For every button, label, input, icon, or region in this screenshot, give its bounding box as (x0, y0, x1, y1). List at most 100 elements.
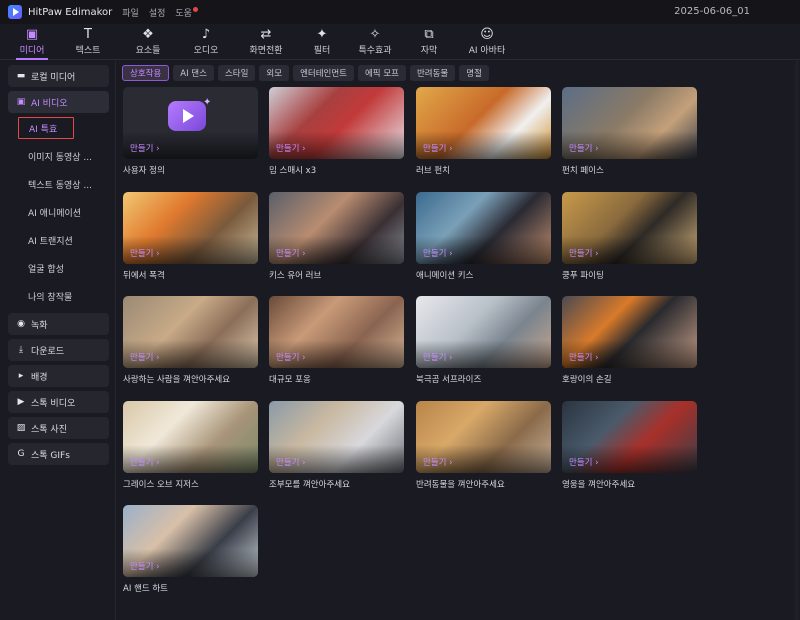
effect-card[interactable]: 만들기 › 호랑이의 손길 (562, 296, 697, 385)
avatar-icon: ☺ (480, 27, 494, 42)
sidebar-subitem[interactable]: AI 트랜지션 (18, 229, 109, 251)
sidebar-item-download[interactable]: ⤓ 다운로드 (8, 339, 109, 361)
effect-thumbnail[interactable]: 만들기 › (562, 296, 697, 368)
effect-caption: 쿵푸 파이팅 (562, 271, 604, 281)
make-button[interactable]: 만들기 › (423, 456, 453, 468)
subtitle-icon: ⧉ (424, 27, 434, 42)
sidebar-item-record[interactable]: ◉ 녹화 (8, 313, 109, 335)
effect-thumbnail[interactable]: 만들기 › (269, 296, 404, 368)
make-button[interactable]: 만들기 › (423, 142, 453, 154)
effect-card[interactable]: 만들기 › AI 핸드 하트 (123, 505, 258, 594)
make-button[interactable]: 만들기 › (130, 351, 160, 363)
filter-chip[interactable]: AI 댄스 (173, 65, 214, 81)
effect-thumbnail[interactable]: 만들기 › (123, 505, 258, 577)
filter-chip[interactable]: 상호작용 (122, 65, 170, 81)
menu-settings[interactable]: 설정 (149, 6, 166, 19)
effect-thumbnail[interactable]: 만들기 › (416, 296, 551, 368)
effect-card[interactable]: 만들기 › 그레이스 오브 지저스 (123, 401, 258, 490)
sidebar-item-ai-video[interactable]: ▣ AI 비디오 (8, 91, 109, 113)
effect-thumbnail[interactable]: 만들기 › (416, 401, 551, 473)
sidebar-subitem[interactable]: 얼굴 합성 (18, 257, 109, 279)
make-button[interactable]: 만들기 › (569, 456, 599, 468)
effect-card[interactable]: 만들기 › 애니메이션 키스 (416, 192, 551, 281)
effect-thumbnail[interactable]: 만들기 › (123, 296, 258, 368)
tab-label: AI 아바타 (468, 46, 506, 56)
effect-card[interactable]: 만들기 › 펀치 페이스 (562, 87, 697, 176)
make-button[interactable]: 만들기 › (130, 142, 160, 154)
effect-thumbnail[interactable]: 만들기 › (123, 192, 258, 264)
filter-chip[interactable]: 반려동물 (409, 65, 456, 81)
effect-card[interactable]: 만들기 › 반려동물을 껴안아주세요 (416, 401, 551, 490)
effect-thumbnail[interactable]: 만들기 › (416, 87, 551, 159)
effect-thumbnail[interactable]: 만들기 › (269, 192, 404, 264)
effect-card[interactable]: 만들기 › 쿵푸 파이팅 (562, 192, 697, 281)
filter-chip[interactable]: 에픽 모프 (357, 65, 406, 81)
tab-transition[interactable]: ⇄ 화면전환 (234, 24, 298, 60)
sidebar-item-label: 배경 (31, 372, 48, 383)
make-button[interactable]: 만들기 › (569, 351, 599, 363)
make-button[interactable]: 만들기 › (276, 247, 306, 259)
effect-card[interactable]: 만들기 › 사랑하는 사람을 껴안아주세요 (123, 296, 258, 385)
make-button[interactable]: 만들기 › (276, 456, 306, 468)
make-button[interactable]: 만들기 › (130, 560, 160, 572)
effect-card[interactable]: 만들기 › 키스 유어 러브 (269, 192, 404, 281)
make-button[interactable]: 만들기 › (130, 456, 160, 468)
sidebar-item-gif[interactable]: G 스톡 GIFs (8, 443, 109, 465)
filter-icon: ✦ (316, 27, 328, 42)
make-button[interactable]: 만들기 › (423, 351, 453, 363)
tab-filter[interactable]: ✦ 필터 (298, 24, 346, 60)
scrollbar[interactable] (795, 61, 799, 620)
make-button[interactable]: 만들기 › (423, 247, 453, 259)
make-button[interactable]: 만들기 › (276, 142, 306, 154)
effect-thumbnail[interactable]: 만들기 › (562, 401, 697, 473)
effect-card[interactable]: 만들기 › 조부모를 껴안아주세요 (269, 401, 404, 490)
effect-thumbnail[interactable]: 만들기 › (123, 401, 258, 473)
effect-thumbnail[interactable]: 만들기 › (416, 192, 551, 264)
tab-label: 요소들 (135, 46, 161, 56)
tab-label: 필터 (313, 46, 331, 56)
tab-subtitle[interactable]: ⧉ 자막 (404, 24, 454, 60)
menu-help[interactable]: 도움 (175, 6, 198, 19)
effect-card[interactable]: 만들기 › 영웅을 껴안아주세요 (562, 401, 697, 490)
filter-chip[interactable]: 외모 (259, 65, 290, 81)
effect-card[interactable]: 만들기 › 러브 펀치 (416, 87, 551, 176)
sidebar-item-play-circle[interactable]: ▶ 스톡 비디오 (8, 391, 109, 413)
effect-thumbnail[interactable]: 만들기 › (269, 87, 404, 159)
filter-chip[interactable]: 엔터테인먼트 (293, 65, 354, 81)
menu-file[interactable]: 파일 (122, 6, 139, 19)
tab-elements[interactable]: ❖ 요소들 (118, 24, 178, 60)
effect-card[interactable]: ✦ 만들기 › 사용자 정의 (123, 87, 258, 176)
sidebar-subitem[interactable]: AI 특효 (18, 117, 74, 139)
effect-card[interactable]: 만들기 › 북극곰 서프라이즈 (416, 296, 551, 385)
tab-effects[interactable]: ✧ 특수효과 (346, 24, 404, 60)
effect-card[interactable]: 만들기 › 뒤에서 폭격 (123, 192, 258, 281)
effect-thumbnail[interactable]: ✦ 만들기 › (123, 87, 258, 159)
filter-chip[interactable]: 스타일 (217, 65, 256, 81)
sidebar-subitem[interactable]: 이미지 동영상 ... (18, 145, 109, 167)
make-button[interactable]: 만들기 › (276, 351, 306, 363)
effect-thumbnail[interactable]: 만들기 › (562, 87, 697, 159)
sidebar-item-local-media[interactable]: ▬ 로컬 미디어 (8, 65, 109, 87)
tab-text[interactable]: T 텍스트 (58, 24, 118, 60)
tab-media[interactable]: ▣ 미디어 (6, 24, 58, 60)
effect-thumbnail[interactable]: 만들기 › (269, 401, 404, 473)
sidebar-item-triangle-right[interactable]: ▸ 배경 (8, 365, 109, 387)
effect-caption: 키스 유어 러브 (269, 271, 322, 281)
sidebar-item-label: 스톡 사진 (31, 424, 67, 435)
effect-card[interactable]: 만들기 › 대규모 포옹 (269, 296, 404, 385)
effect-card[interactable]: 만들기 › 밈 스매시 x3 (269, 87, 404, 176)
effect-thumbnail[interactable]: 만들기 › (562, 192, 697, 264)
effect-caption: 러브 펀치 (416, 166, 450, 176)
sidebar-item-label: 로컬 미디어 (31, 72, 76, 83)
tab-avatar[interactable]: ☺ AI 아바타 (454, 24, 520, 60)
effect-caption: AI 핸드 하트 (123, 584, 169, 594)
sidebar-subitem[interactable]: 텍스트 동영상 ... (18, 173, 109, 195)
make-button[interactable]: 만들기 › (130, 247, 160, 259)
sidebar-item-image[interactable]: ▨ 스톡 사진 (8, 417, 109, 439)
tab-music-note[interactable]: ♪ 오디오 (178, 24, 234, 60)
sidebar-subitem[interactable]: 나의 창작물 (18, 285, 109, 307)
filter-chip[interactable]: 명절 (459, 65, 489, 81)
sidebar-subitem[interactable]: AI 애니메이션 (18, 201, 109, 223)
make-button[interactable]: 만들기 › (569, 247, 599, 259)
make-button[interactable]: 만들기 › (569, 142, 599, 154)
